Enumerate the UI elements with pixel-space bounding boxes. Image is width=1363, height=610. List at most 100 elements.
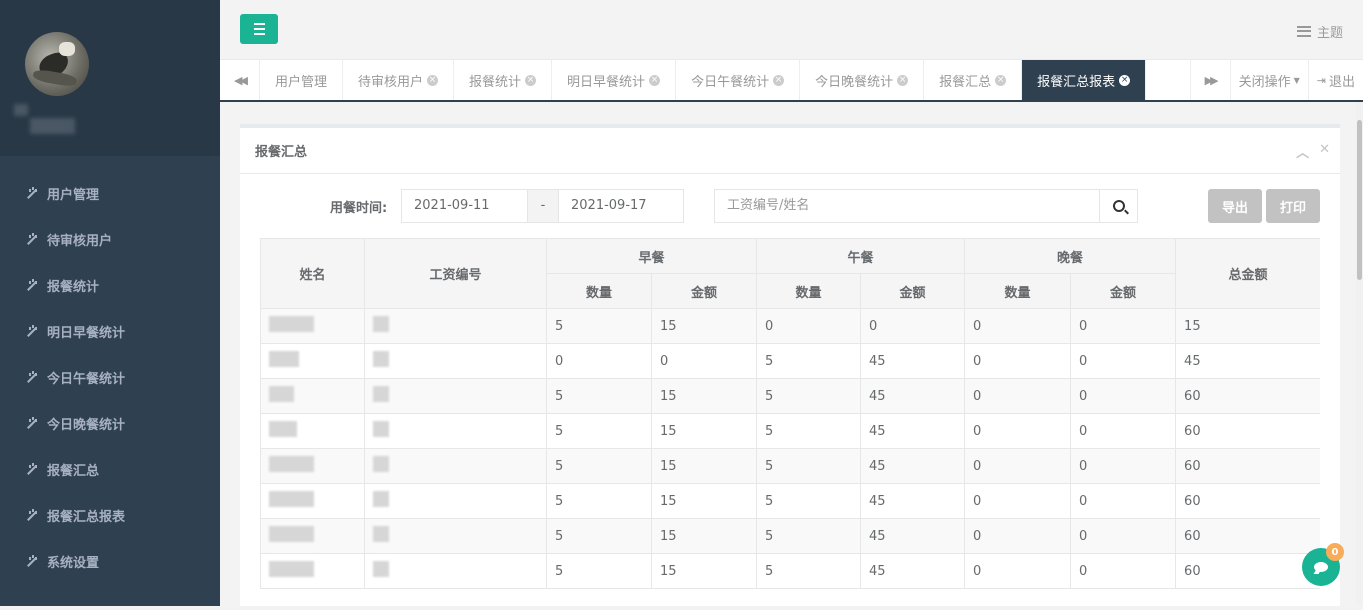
sidebar-item-8[interactable]: 系统设置: [0, 538, 220, 584]
blurred-username: [14, 104, 28, 116]
date-end-input[interactable]: 2021-09-17: [558, 189, 684, 223]
header-lunch: 午餐: [756, 238, 966, 274]
table-cell: 45: [860, 553, 966, 589]
summary-table-wrap: 姓名 工资编号 早餐 午餐 晚餐 总金额 数量 金额 数量 金额 数量 金额 5…: [260, 238, 1320, 610]
collapse-icon[interactable]: ︿: [1296, 142, 1309, 161]
tab-close-icon[interactable]: ×: [649, 74, 661, 86]
sidebar-item-7[interactable]: 报餐汇总报表: [0, 492, 220, 538]
tab-1[interactable]: 待审核用户 ×: [343, 60, 455, 100]
tab-close-icon[interactable]: ×: [427, 74, 439, 86]
sidebar-item-6[interactable]: 报餐汇总: [0, 446, 220, 492]
table-cell: 5: [756, 483, 862, 519]
magic-wand-icon: [25, 462, 38, 476]
close-ops-label: 关闭操作: [1238, 74, 1291, 90]
tab-scroll-right-icon[interactable]: ▶▶: [1189, 60, 1230, 100]
cell-emp-no-redacted: [364, 378, 547, 414]
magic-wand-icon: [25, 416, 38, 430]
tab-close-icon[interactable]: ×: [525, 74, 537, 86]
table-row: 0 0 5 45 0 0 45: [260, 343, 1320, 379]
table-cell: 0: [1070, 413, 1177, 449]
header-dinner-qty: 数量: [964, 273, 1072, 309]
sidebar-item-label: 报餐汇总报表: [47, 509, 126, 525]
tab-close-icon[interactable]: ×: [995, 74, 1007, 86]
table-cell: 0: [964, 343, 1072, 379]
sidebar-menu: 用户管理 待审核用户报餐统计明日早餐统计 今日午餐统计今日晚餐统计 报餐汇总报餐汇总报…: [0, 170, 220, 584]
table-cell: 0: [1070, 553, 1177, 589]
top-bar: 主题: [220, 0, 1363, 60]
search-button[interactable]: [1099, 189, 1138, 223]
cell-emp-no-redacted: [364, 483, 547, 519]
tab-7[interactable]: 报餐汇总报表 ×: [1022, 60, 1147, 100]
tab-bar: ◀◀ 用户管理 待审核用户 × 报餐统计 × 明日早餐统计 × 今日午餐统计 × 今日晚餐统计 × 报…: [220, 60, 1363, 102]
table-cell: 15: [650, 308, 758, 344]
table-row: 5 15 5 45 0 0 60: [260, 448, 1320, 484]
date-start-input[interactable]: 2021-09-11: [401, 189, 528, 223]
sidebar-item-3[interactable]: 明日早餐统计: [0, 308, 220, 354]
table-cell: 15: [650, 518, 758, 554]
tab-close-icon[interactable]: ×: [897, 74, 909, 86]
table-cell: 45: [860, 413, 966, 449]
tab-0[interactable]: 用户管理: [260, 60, 344, 100]
table-cell: 0: [860, 308, 966, 344]
tab-6[interactable]: 报餐汇总 ×: [924, 60, 1023, 100]
cell-name-redacted: [260, 413, 365, 449]
header-breakfast-amount: 金额: [650, 273, 758, 309]
cell-name-redacted: [260, 553, 365, 589]
table-cell: 60: [1175, 483, 1320, 519]
theme-button[interactable]: 主题: [1296, 22, 1343, 41]
export-button[interactable]: 导出: [1208, 189, 1262, 223]
theme-label: 主题: [1316, 26, 1343, 41]
cell-emp-no-redacted: [364, 308, 547, 344]
table-cell: 5: [756, 553, 862, 589]
print-button[interactable]: 打印: [1266, 189, 1320, 223]
report-panel: 报餐汇总 ︿ ✕ 用餐时间: 2021-09-11 - 2021-09-17 工…: [240, 124, 1340, 606]
tab-list: 用户管理 待审核用户 × 报餐统计 × 明日早餐统计 × 今日午餐统计 × 今日晚餐统计 × 报餐汇总…: [260, 60, 1190, 100]
table-cell: 0: [964, 448, 1072, 484]
table-cell: 0: [1070, 343, 1177, 379]
menu-toggle-button[interactable]: [240, 14, 278, 44]
table-cell: 60: [1175, 378, 1320, 414]
tab-2[interactable]: 报餐统计 ×: [454, 60, 553, 100]
cell-emp-no-redacted: [364, 448, 547, 484]
sidebar-item-2[interactable]: 报餐统计: [0, 262, 220, 308]
tab-label: 今日午餐统计: [691, 74, 770, 90]
table-cell: 5: [756, 378, 862, 414]
magic-wand-icon: [25, 508, 38, 522]
sidebar-item-label: 今日午餐统计: [47, 371, 126, 387]
close-icon[interactable]: ✕: [1319, 142, 1330, 161]
cell-name-redacted: [260, 378, 365, 414]
sidebar-item-4[interactable]: 今日午餐统计: [0, 354, 220, 400]
search-input[interactable]: 工资编号/姓名: [714, 189, 1100, 223]
tab-5[interactable]: 今日晚餐统计 ×: [800, 60, 925, 100]
sidebar-item-5[interactable]: 今日晚餐统计: [0, 400, 220, 446]
sidebar-item-label: 明日早餐统计: [47, 325, 126, 341]
tab-close-icon[interactable]: ×: [773, 74, 785, 86]
table-cell: 0: [1070, 448, 1177, 484]
header-name: 姓名: [260, 238, 365, 309]
table-cell: 0: [964, 518, 1072, 554]
table-cell: 60: [1175, 553, 1320, 589]
tab-label: 用户管理: [275, 74, 328, 90]
tab-label: 报餐统计: [469, 74, 522, 90]
cell-emp-no-redacted: [364, 553, 547, 589]
page-scrollbar[interactable]: [1356, 102, 1363, 606]
sidebar-item-0[interactable]: 用户管理: [0, 170, 220, 216]
table-cell: 0: [546, 343, 652, 379]
tab-4[interactable]: 今日午餐统计 ×: [676, 60, 801, 100]
sidebar-item-1[interactable]: 待审核用户: [0, 216, 220, 262]
tab-scroll-left-icon[interactable]: ◀◀: [220, 60, 260, 100]
tab-close-icon[interactable]: ×: [1119, 74, 1131, 86]
table-cell: 5: [546, 448, 652, 484]
close-ops-dropdown[interactable]: 关闭操作 ▼: [1229, 60, 1308, 100]
table-row: 5 15 5 45 0 0 60: [260, 553, 1320, 589]
magic-wand-icon: [25, 278, 38, 292]
table-cell: 15: [650, 413, 758, 449]
logout-button[interactable]: ⇥ 退出: [1307, 60, 1363, 100]
sidebar-item-label: 报餐统计: [47, 279, 100, 295]
tab-3[interactable]: 明日早餐统计 ×: [552, 60, 677, 100]
avatar[interactable]: [25, 32, 89, 96]
table-row: 5 15 5 45 0 0 60: [260, 483, 1320, 519]
table-cell: 0: [756, 308, 862, 344]
sidebar: 用户管理 待审核用户报餐统计明日早餐统计 今日午餐统计今日晚餐统计 报餐汇总报餐汇总报…: [0, 0, 220, 606]
table-cell: 0: [964, 308, 1072, 344]
